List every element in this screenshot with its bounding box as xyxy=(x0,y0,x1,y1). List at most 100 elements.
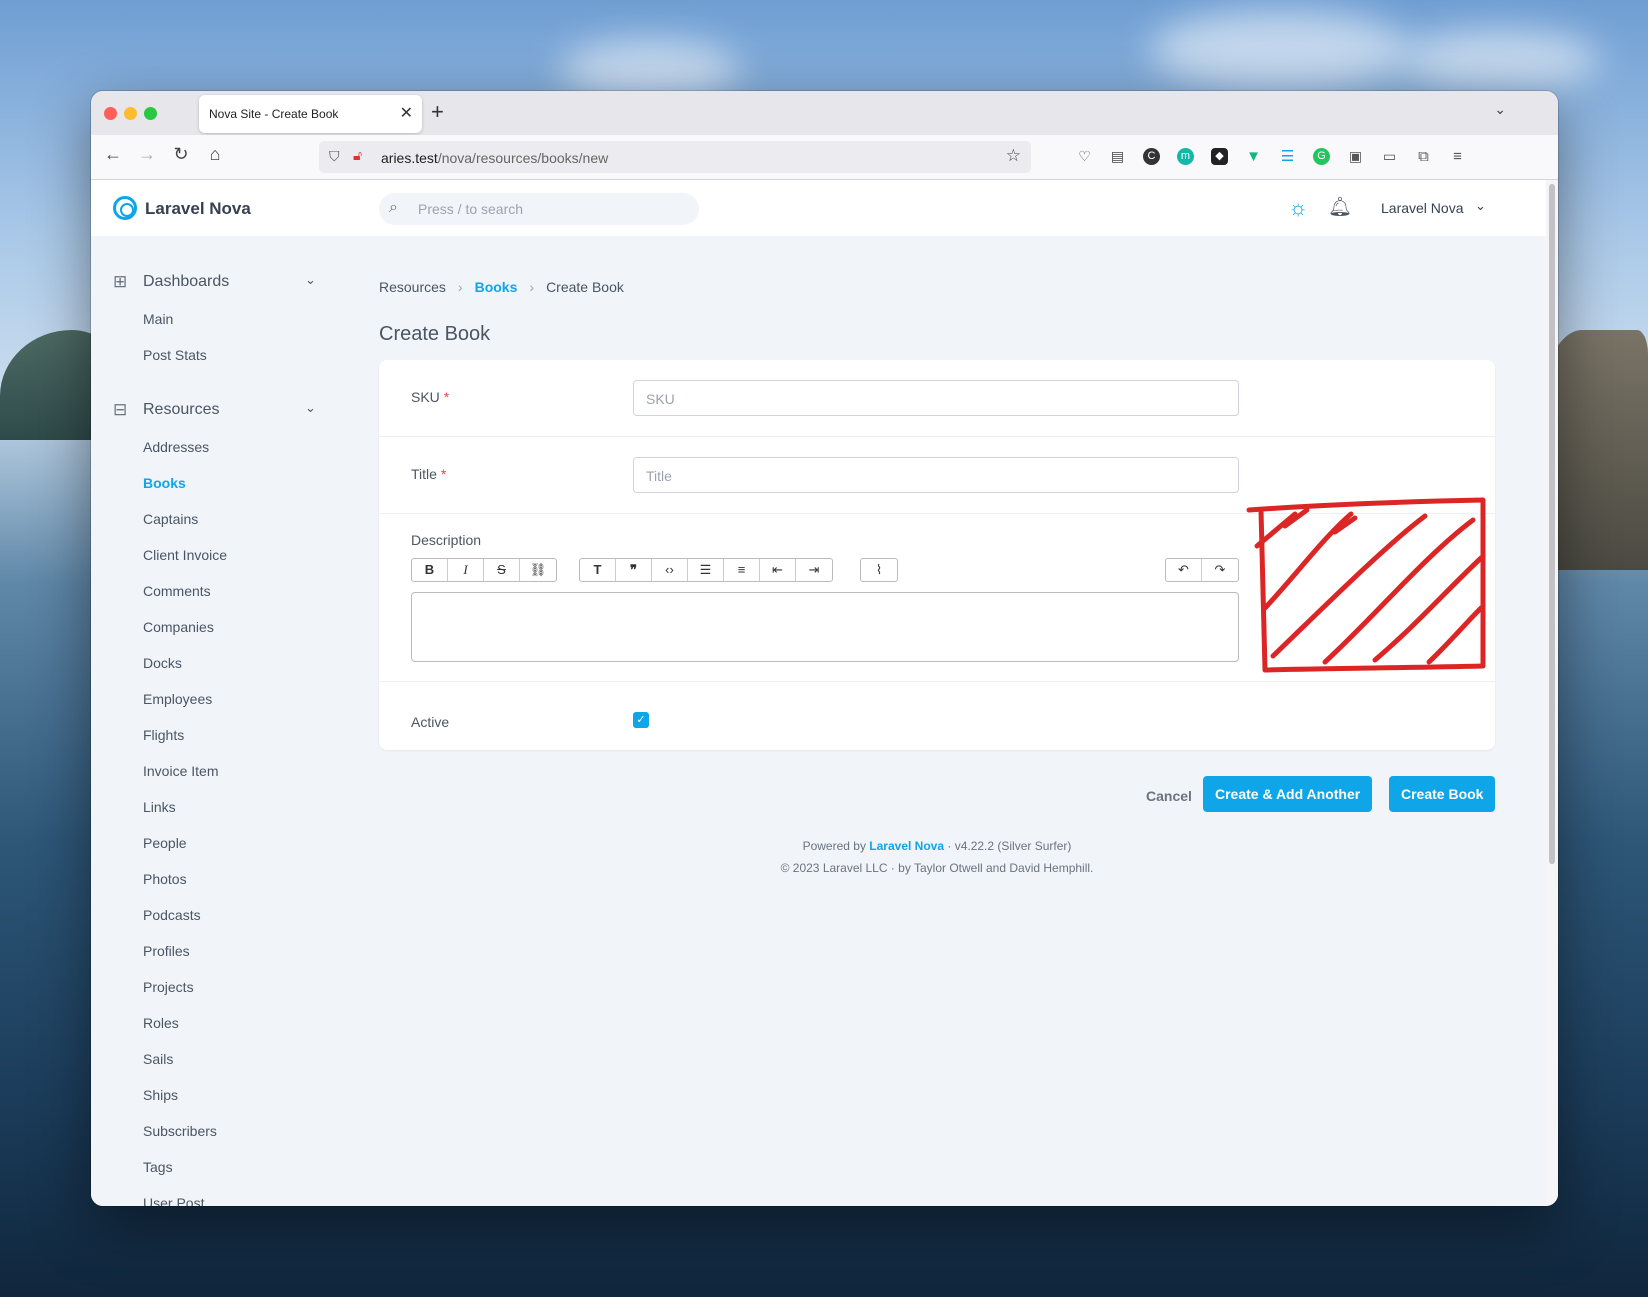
quote-icon[interactable]: ❞ xyxy=(616,559,652,581)
laravel-nova-link[interactable]: Laravel Nova xyxy=(869,839,944,853)
italic-icon[interactable]: I xyxy=(448,559,484,581)
bold-icon[interactable]: B xyxy=(412,559,448,581)
theme-sun-icon[interactable]: ☼ xyxy=(1288,195,1308,221)
url-text[interactable]: aries.test/nova/resources/books/new xyxy=(381,150,608,166)
scrollbar-thumb[interactable] xyxy=(1549,184,1555,864)
new-tab-icon[interactable]: + xyxy=(431,99,444,125)
menu-icon[interactable]: ≡ xyxy=(1449,148,1466,165)
create-book-button[interactable]: Create Book xyxy=(1389,776,1496,812)
notifications-bell-icon[interactable]: 🔔︎ xyxy=(1328,195,1352,219)
active-checkbox[interactable]: ✓ xyxy=(633,712,649,728)
reload-icon[interactable]: ↻ xyxy=(169,144,193,165)
powered-by-text: Powered by xyxy=(802,839,866,853)
sidebar-item-client-invoice[interactable]: Client Invoice xyxy=(143,547,227,563)
title-field[interactable]: Title xyxy=(633,457,1239,493)
create-and-add-another-button[interactable]: Create & Add Another xyxy=(1203,776,1373,812)
sku-field[interactable]: SKU xyxy=(633,380,1239,416)
user-menu-chevron-icon[interactable]: ⌄ xyxy=(1475,198,1486,214)
close-tab-icon[interactable]: ✕ xyxy=(400,103,413,123)
sku-label: SKU * xyxy=(411,389,449,405)
sidebar-item-main[interactable]: Main xyxy=(143,311,173,327)
bullet-list-icon[interactable]: ☰ xyxy=(688,559,724,581)
extension-dark-icon[interactable]: ◆ xyxy=(1211,148,1228,165)
cancel-button[interactable]: Cancel xyxy=(1136,780,1202,812)
extension-m-icon[interactable]: m xyxy=(1177,148,1194,165)
sidebar-item-comments[interactable]: Comments xyxy=(143,583,211,599)
sidebar-item-books[interactable]: Books xyxy=(143,475,186,491)
user-menu[interactable]: Laravel Nova xyxy=(1381,200,1464,216)
nova-logo-icon[interactable] xyxy=(113,196,137,220)
dashboards-chevron-icon[interactable]: ⌄ xyxy=(305,272,316,288)
footer-powered-by: Powered by Laravel Nova · v4.22.2 (Silve… xyxy=(91,839,1546,853)
sidebar-item-employees[interactable]: Employees xyxy=(143,691,212,707)
sidebar-item-links[interactable]: Links xyxy=(143,799,176,815)
description-label: Description xyxy=(411,532,482,548)
browser-tab[interactable]: Nova Site - Create Book ✕ xyxy=(199,95,422,133)
back-icon[interactable]: ← xyxy=(101,144,125,165)
title-label-text: Title xyxy=(411,466,437,482)
breadcrumb-resources[interactable]: Resources xyxy=(379,279,446,295)
description-editor[interactable] xyxy=(411,592,1239,662)
sidebar-item-post-stats[interactable]: Post Stats xyxy=(143,347,207,363)
dashboards-grid-icon: ⊞ xyxy=(113,272,128,291)
extension-c-icon[interactable]: C xyxy=(1143,148,1160,165)
sku-label-text: SKU xyxy=(411,389,440,405)
sidebar-item-ships[interactable]: Ships xyxy=(143,1087,178,1103)
sidebar-item-profiles[interactable]: Profiles xyxy=(143,943,190,959)
sidebar-item-sails[interactable]: Sails xyxy=(143,1051,173,1067)
zoom-window-button[interactable] xyxy=(144,107,157,120)
redo-icon[interactable]: ↷ xyxy=(1202,559,1238,581)
resources-chevron-icon[interactable]: ⌄ xyxy=(305,400,316,416)
sidebar-item-invoice-item[interactable]: Invoice Item xyxy=(143,763,218,779)
extension-cube-icon[interactable]: ▣ xyxy=(1347,148,1364,165)
sidebar-item-flights[interactable]: Flights xyxy=(143,727,184,743)
breadcrumb: Resources › Books › Create Book xyxy=(379,279,624,295)
breadcrumb-separator-icon: › xyxy=(457,279,463,295)
minimize-window-button[interactable] xyxy=(124,107,137,120)
pocket-icon[interactable]: ♡ xyxy=(1076,148,1093,165)
sidebar-item-captains[interactable]: Captains xyxy=(143,511,198,527)
forward-icon[interactable]: → xyxy=(135,144,159,165)
url-bar[interactable]: ⛉ 🔓︎ aries.test/nova/resources/books/new… xyxy=(319,141,1031,173)
bookmark-star-icon[interactable]: ☆ xyxy=(1006,146,1021,166)
extensions-puzzle-icon[interactable]: ⧉ xyxy=(1415,148,1432,165)
sidebar-item-tags[interactable]: Tags xyxy=(143,1159,173,1175)
outdent-icon[interactable]: ⇤ xyxy=(760,559,796,581)
search-input[interactable]: ⌕ Press / to search xyxy=(379,193,699,225)
shield-icon[interactable]: ⛉ xyxy=(329,148,340,165)
sidebar-item-podcasts[interactable]: Podcasts xyxy=(143,907,201,923)
sidebar-section-dashboards[interactable]: Dashboards xyxy=(143,273,229,291)
sidebar-item-roles[interactable]: Roles xyxy=(143,1015,179,1031)
home-icon[interactable]: ⌂ xyxy=(203,144,227,165)
sidebar-item-addresses[interactable]: Addresses xyxy=(143,439,209,455)
attachment-paperclip-icon[interactable]: ⌇ xyxy=(861,559,897,581)
extension-filter-icon[interactable]: ☰ xyxy=(1279,148,1296,165)
editor-history-group: ↶ ↷ xyxy=(1165,558,1239,582)
reader-view-icon[interactable]: ▤ xyxy=(1109,148,1126,165)
tab-list-chevron-icon[interactable]: ⌄ xyxy=(1494,101,1506,118)
close-window-button[interactable] xyxy=(104,107,117,120)
sidebar-item-projects[interactable]: Projects xyxy=(143,979,194,995)
link-icon[interactable]: ⛓ xyxy=(520,559,556,581)
undo-icon[interactable]: ↶ xyxy=(1166,559,1202,581)
brand-name[interactable]: Laravel Nova xyxy=(145,199,251,219)
sidebar-item-docks[interactable]: Docks xyxy=(143,655,182,671)
numbered-list-icon[interactable]: ≡ xyxy=(724,559,760,581)
grammarly-icon[interactable]: G xyxy=(1313,148,1330,165)
page-scrollbar[interactable] xyxy=(1546,180,1558,1206)
sidebar-item-user-post[interactable]: User Post xyxy=(143,1195,204,1206)
strikethrough-icon[interactable]: S xyxy=(484,559,520,581)
indent-icon[interactable]: ⇥ xyxy=(796,559,832,581)
sidebar-item-subscribers[interactable]: Subscribers xyxy=(143,1123,217,1139)
vue-devtools-icon[interactable]: ▼ xyxy=(1245,148,1262,165)
title-label: Title * xyxy=(411,466,446,482)
breadcrumb-books[interactable]: Books xyxy=(475,279,518,295)
heading-icon[interactable]: T xyxy=(580,559,616,581)
active-label: Active xyxy=(411,714,450,730)
sidebar-item-companies[interactable]: Companies xyxy=(143,619,214,635)
extension-monitor-icon[interactable]: ▭ xyxy=(1381,148,1398,165)
insecure-lock-icon[interactable]: 🔓︎ xyxy=(353,147,362,164)
code-icon[interactable]: ‹› xyxy=(652,559,688,581)
url-host: aries.test xyxy=(381,150,438,166)
sidebar-section-resources[interactable]: Resources xyxy=(143,401,219,419)
